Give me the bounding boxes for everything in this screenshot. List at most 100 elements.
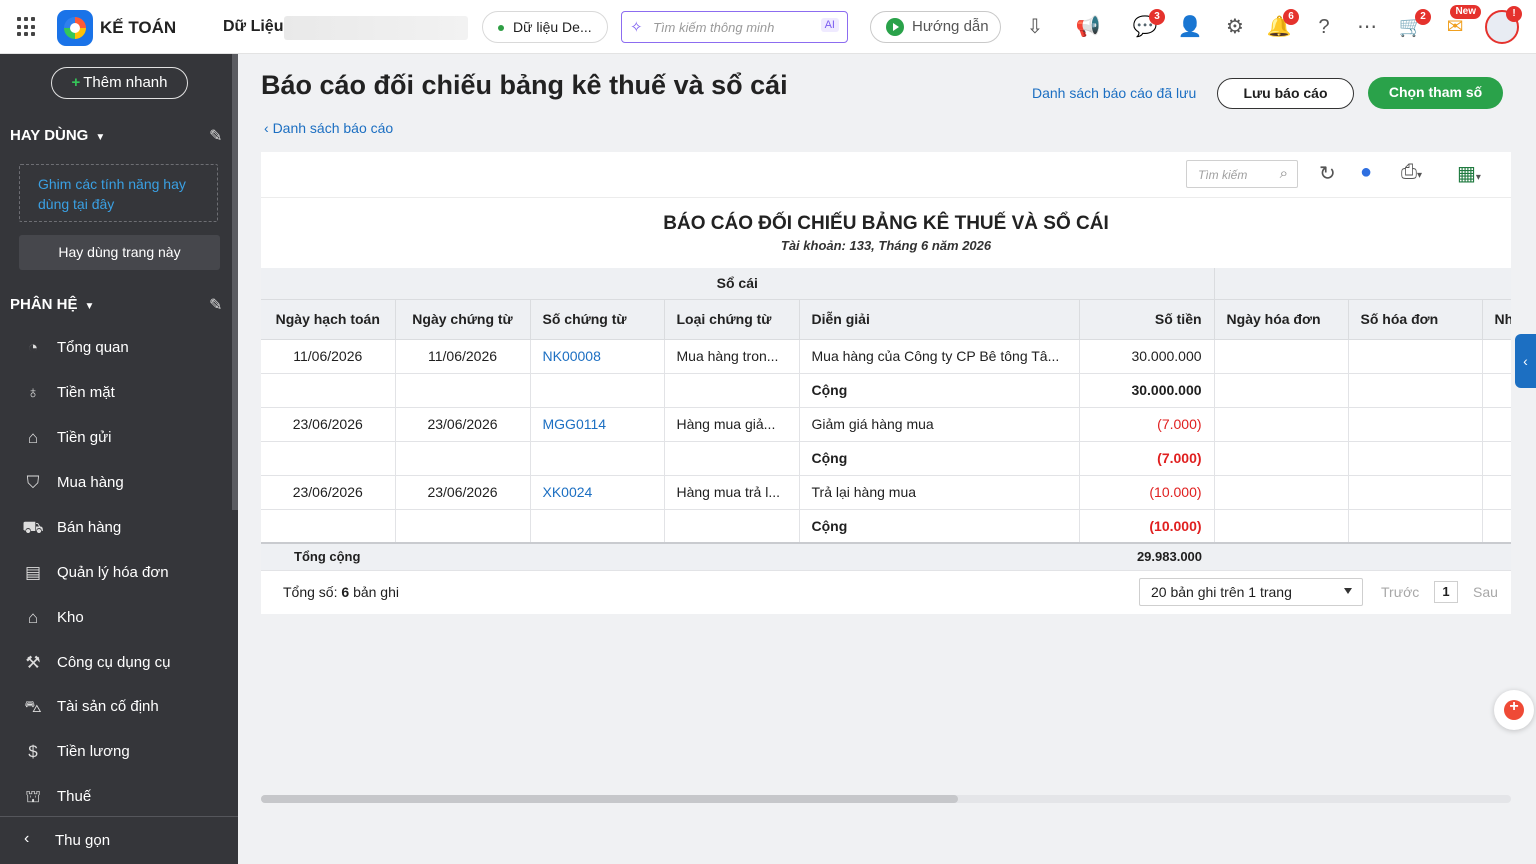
report-card: Tìm kiếm ⌕ ↻ ● ⎙▾ ▦▾ BÁO CÁO ĐỐI CHIẾU BẢ… — [261, 152, 1511, 614]
chat-icon[interactable]: 💬 3 — [1131, 9, 1165, 41]
table-row[interactable]: 11/06/2026 11/06/2026 NK00008 Mua hàng t… — [261, 339, 1511, 374]
quick-add-button[interactable]: + Thêm nhanh — [51, 67, 188, 99]
sidebar-item-tong-quan[interactable]: ◔ Tổng quan — [0, 329, 232, 369]
sidebar-item-tien-luong[interactable]: $ Tiền lương — [0, 733, 232, 773]
modules-section-toggle[interactable]: PHÂN HỆ ▼ — [10, 296, 94, 313]
sidebar-item-ban-hang[interactable]: ⛟ Bán hàng — [0, 509, 232, 549]
cell-voucher-type: Hàng mua giả... — [664, 407, 800, 442]
collapse-sidebar-button[interactable]: ‹ Thu gọn — [0, 816, 238, 864]
store-icon[interactable]: 🛒 2 — [1397, 9, 1431, 41]
help-icon[interactable]: ? — [1310, 13, 1338, 41]
app-logo[interactable] — [57, 10, 93, 46]
favorites-section-toggle[interactable]: HAY DÙNG ▼ — [10, 127, 105, 144]
comment-icon[interactable]: ● — [1360, 161, 1372, 184]
avatar[interactable]: ! — [1485, 6, 1522, 44]
cell-invoice-date — [1214, 407, 1349, 442]
choose-parameters-button[interactable]: Chọn tham số — [1368, 77, 1503, 109]
grand-total-label: Tổng cộng — [261, 542, 530, 571]
app-grid-icon[interactable] — [17, 17, 37, 37]
search-icon: ⌕ — [1279, 165, 1288, 182]
gift-icon[interactable]: ✉ New — [1441, 5, 1481, 41]
refresh-icon[interactable]: ↻ — [1319, 161, 1336, 186]
favor-page-button[interactable]: Hay dùng trang này — [19, 235, 220, 270]
sidebar-item-label: Quản lý hóa đơn — [57, 564, 169, 581]
edit-modules-icon[interactable]: ✎ — [209, 295, 222, 315]
bank-icon: ⌂ — [27, 428, 39, 447]
page-number[interactable]: 1 — [1434, 581, 1458, 603]
voucher-link[interactable]: NK00008 — [530, 339, 665, 374]
edit-favorites-icon[interactable]: ✎ — [209, 126, 222, 146]
save-report-button[interactable]: Lưu báo cáo — [1217, 78, 1354, 109]
cell-empty — [1348, 509, 1483, 544]
report-search-placeholder: Tìm kiếm — [1198, 168, 1248, 182]
payroll-icon: $ — [28, 742, 38, 761]
horizontal-scrollbar[interactable] — [261, 795, 1511, 803]
cell-empty — [1482, 509, 1511, 544]
sidebar-item-thue[interactable]: ⛫ Thuế — [0, 778, 232, 818]
page-size-select[interactable]: 20 bản ghi trên 1 trang — [1139, 578, 1363, 606]
voucher-link[interactable]: MGG0114 — [530, 407, 665, 442]
guide-button[interactable]: Hướng dẫn — [870, 11, 1001, 43]
excel-export-icon[interactable]: ▦▾ — [1457, 161, 1481, 186]
app-name: KẾ TOÁN — [100, 18, 177, 37]
col-header-description[interactable]: Diễn giải — [799, 299, 1080, 340]
col-header-invoice-no[interactable]: Số hóa đơn — [1348, 299, 1483, 340]
side-panel-toggle[interactable]: ‹ — [1515, 334, 1536, 388]
col-header-voucher-no[interactable]: Số chứng từ — [530, 299, 665, 340]
sidebar-item-tien-gui[interactable]: ⌂ Tiền gửi — [0, 419, 232, 459]
store-badge: 2 — [1415, 9, 1431, 25]
cell-empty — [530, 373, 665, 408]
col-header-invoice-date[interactable]: Ngày hóa đơn — [1214, 299, 1349, 340]
voucher-link[interactable]: XK0024 — [530, 475, 665, 510]
report-viewport: Tìm kiếm ⌕ ↻ ● ⎙▾ ▦▾ BÁO CÁO ĐỐI CHIẾU BẢ… — [261, 152, 1511, 614]
more-icon[interactable]: ⋯ — [1353, 13, 1381, 41]
cell-empty — [395, 373, 531, 408]
sidebar-item-quan-ly-hoa-don[interactable]: ▤ Quản lý hóa đơn — [0, 554, 232, 594]
download-icon[interactable]: ⇩ — [1021, 13, 1049, 41]
report-search-input[interactable]: Tìm kiếm ⌕ — [1186, 160, 1298, 188]
print-icon[interactable]: ⎙▾ — [1401, 161, 1422, 184]
report-table: Sổ cái Ngày hạch toán Ngày chứng từ Số c… — [261, 268, 1511, 571]
sidebar-item-label: Kho — [57, 609, 84, 626]
megaphone-icon[interactable]: 📢 — [1074, 13, 1102, 41]
caret-down-icon: ▼ — [84, 301, 95, 312]
record-count-suffix: bản ghi — [353, 584, 399, 600]
table-row[interactable]: 23/06/2026 23/06/2026 MGG0114 Hàng mua g… — [261, 407, 1511, 442]
cell-extra — [1482, 339, 1511, 374]
cell-invoice-no — [1348, 475, 1483, 510]
assistant-fab[interactable]: + — [1494, 690, 1534, 730]
table-row[interactable]: 23/06/2026 23/06/2026 XK0024 Hàng mua tr… — [261, 475, 1511, 510]
saved-reports-link[interactable]: Danh sách báo cáo đã lưu — [1032, 85, 1196, 101]
next-page-button[interactable]: Sau — [1473, 584, 1498, 600]
gear-icon[interactable]: ⚙ — [1221, 13, 1249, 41]
sidebar-item-kho[interactable]: ⌂ Kho — [0, 599, 232, 639]
cell-invoice-no — [1348, 339, 1483, 374]
col-header-truncated[interactable]: Nh — [1482, 299, 1511, 340]
favorites-title: HAY DÙNG — [10, 127, 89, 144]
smart-search-input[interactable]: ✧ Tìm kiếm thông minh AI — [621, 11, 848, 43]
database-select[interactable]: Dữ liệu De... — [482, 11, 608, 43]
grand-total-row: Tổng cộng 29.983.000 — [261, 542, 1511, 571]
sidebar-item-tai-san-co-dinh[interactable]: ⛍ Tài sản cố định — [0, 688, 232, 728]
prev-page-button[interactable]: Trước — [1381, 584, 1419, 600]
add-user-icon[interactable]: 👤 — [1176, 13, 1204, 41]
dropdown-arrow-icon — [1344, 588, 1352, 594]
sidebar-item-tien-mat[interactable]: ♁ Tiền mặt — [0, 374, 232, 414]
sidebar-item-label: Tài sản cố định — [57, 698, 159, 715]
ai-badge[interactable]: AI — [820, 18, 839, 32]
col-header-amount[interactable]: Số tiền — [1079, 299, 1215, 340]
scrollbar-thumb[interactable] — [261, 795, 958, 803]
back-to-report-list-link[interactable]: ‹ Danh sách báo cáo — [264, 120, 393, 136]
col-header-posting-date[interactable]: Ngày hạch toán — [261, 299, 396, 340]
cell-amount: (10.000) — [1079, 475, 1215, 510]
sidebar-item-cong-cu-dung-cu[interactable]: ⚒ Công cụ dụng cụ — [0, 644, 232, 684]
new-badge: New — [1450, 5, 1481, 19]
bell-icon[interactable]: 🔔 6 — [1265, 9, 1299, 41]
col-header-voucher-type[interactable]: Loại chứng từ — [664, 299, 800, 340]
sidebar-scrollbar[interactable] — [232, 54, 238, 510]
cell-empty — [530, 509, 665, 544]
sidebar-item-mua-hang[interactable]: ⛉ Mua hàng — [0, 464, 232, 504]
col-header-voucher-date[interactable]: Ngày chứng từ — [395, 299, 531, 340]
sidebar-item-label: Tiền mặt — [57, 384, 115, 401]
status-dot-icon — [498, 25, 504, 31]
